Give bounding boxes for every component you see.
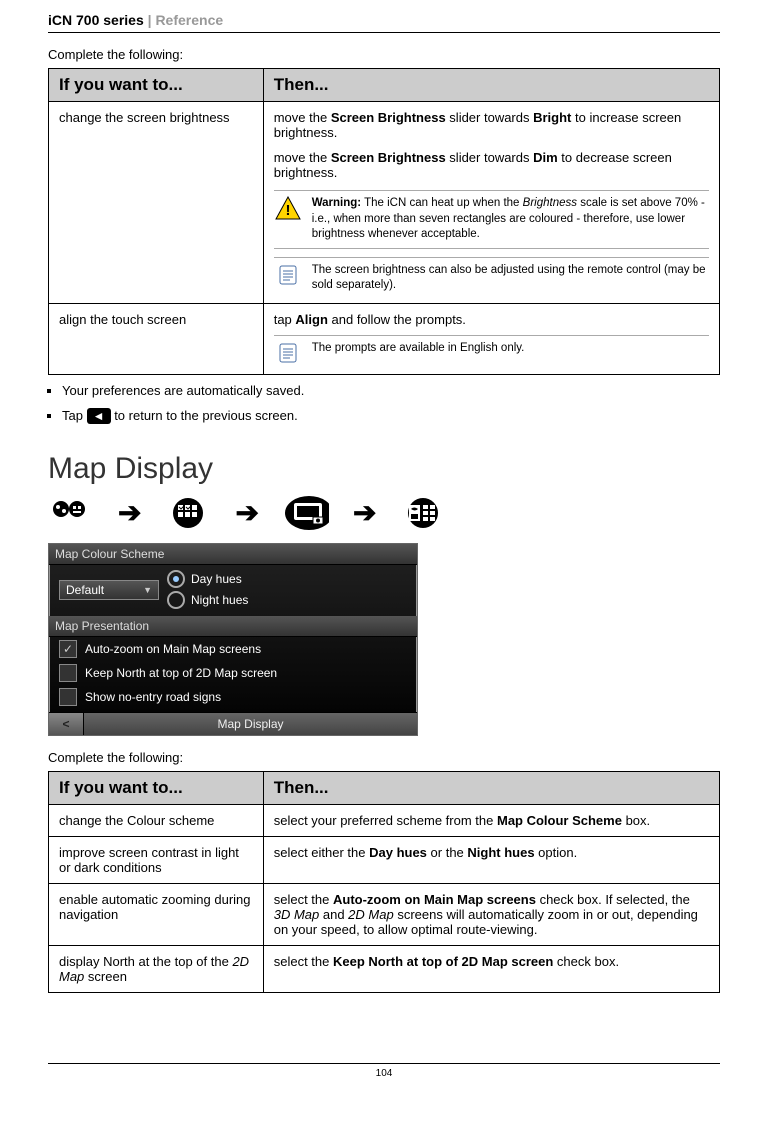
nav-icon-4: [400, 497, 446, 529]
nav-icon-3: [283, 497, 329, 529]
arrow-icon: ➔: [235, 496, 258, 529]
shot-back-button[interactable]: <: [49, 713, 84, 735]
radio-night-hues[interactable]: [167, 591, 185, 609]
header-section: Reference: [155, 12, 223, 28]
nav-icon-1: [48, 497, 94, 529]
label-day-hues: Day hues: [191, 572, 242, 586]
back-icon: ◄: [87, 408, 111, 424]
radio-day-hues[interactable]: [167, 570, 185, 588]
cell-colour-scheme: change the Colour scheme: [49, 805, 264, 837]
th-then-1: Then...: [263, 69, 719, 102]
scheme-dropdown[interactable]: Default ▼: [59, 580, 159, 600]
cell-colour-scheme-then: select your preferred scheme from the Ma…: [263, 805, 719, 837]
cell-align-screen-then: tap Align and follow the prompts. The pr…: [263, 303, 719, 374]
th-if-1: If you want to...: [49, 69, 264, 102]
shot-footer-title: Map Display: [84, 717, 417, 731]
note-icon: [274, 263, 302, 287]
checkbox-keepnorth[interactable]: [59, 664, 77, 682]
cell-contrast: improve screen contrast in light or dark…: [49, 837, 264, 884]
screenshot-map-display: Map Colour Scheme Default ▼ Day hues Nig…: [48, 543, 418, 736]
header-sep: |: [144, 12, 156, 28]
para-dim: move the Screen Brightness slider toward…: [274, 150, 709, 180]
th-if-2: If you want to...: [49, 772, 264, 805]
checkbox-noentry[interactable]: [59, 688, 77, 706]
note-text-remote: The screen brightness can also be adjust…: [312, 263, 709, 294]
warning-block: ! Warning: The iCN can heat up when the …: [274, 190, 709, 249]
note-block-remote: The screen brightness can also be adjust…: [274, 257, 709, 299]
warning-text: Warning: The iCN can heat up when the Br…: [312, 196, 709, 243]
shot-bar-scheme: Map Colour Scheme: [49, 544, 417, 565]
arrow-icon: ➔: [353, 496, 376, 529]
cell-change-brightness-then: move the Screen Brightness slider toward…: [263, 102, 719, 304]
note-text-english: The prompts are available in English onl…: [312, 341, 525, 357]
bullet-back: Tap ◄ to return to the previous screen.: [62, 408, 720, 425]
page-footer: 104: [48, 1063, 720, 1079]
page-number: 104: [376, 1068, 393, 1079]
shot-footer: < Map Display: [49, 712, 417, 735]
cell-keepnorth: display North at the top of the 2D Map s…: [49, 946, 264, 993]
para-align: tap Align and follow the prompts.: [274, 312, 709, 327]
header-series: iCN 700 series: [48, 12, 144, 28]
checkbox-autozoom[interactable]: ✓: [59, 640, 77, 658]
cell-autozoom-then: select the Auto-zoom on Main Map screens…: [263, 884, 719, 946]
shot-row-c1: ✓ Auto-zoom on Main Map screens: [49, 637, 417, 661]
label-noentry: Show no-entry road signs: [85, 690, 221, 704]
intro-text-1: Complete the following:: [48, 47, 720, 62]
cell-keepnorth-then: select the Keep North at top of 2D Map s…: [263, 946, 719, 993]
shot-row-c2: Keep North at top of 2D Map screen: [49, 661, 417, 685]
table-brightness: If you want to... Then... change the scr…: [48, 68, 720, 375]
para-bright: move the Screen Brightness slider toward…: [274, 110, 709, 140]
intro-text-2: Complete the following:: [48, 750, 720, 765]
nav-icon-2: [165, 497, 211, 529]
cell-align-screen: align the touch screen: [49, 303, 264, 374]
cell-change-brightness: change the screen brightness: [49, 102, 264, 304]
nav-path: ➔ ➔ ➔: [48, 496, 720, 529]
note-block-english: The prompts are available in English onl…: [274, 335, 709, 370]
section-title: Map Display: [48, 452, 720, 486]
note-icon: [274, 341, 302, 365]
bullet-list: Your preferences are automatically saved…: [62, 383, 720, 425]
bullet-saved: Your preferences are automatically saved…: [62, 383, 720, 398]
svg-text:!: !: [285, 202, 290, 219]
label-keepnorth: Keep North at top of 2D Map screen: [85, 666, 277, 680]
warning-icon: !: [274, 196, 302, 220]
table-mapdisplay: If you want to... Then... change the Col…: [48, 771, 720, 993]
page-header: iCN 700 series | Reference: [48, 12, 720, 33]
chevron-down-icon: ▼: [143, 585, 152, 595]
cell-contrast-then: select either the Day hues or the Night …: [263, 837, 719, 884]
cell-autozoom: enable automatic zooming during navigati…: [49, 884, 264, 946]
arrow-icon: ➔: [118, 496, 141, 529]
th-then-2: Then...: [263, 772, 719, 805]
shot-row-c3: Show no-entry road signs: [49, 685, 417, 712]
shot-row-scheme: Default ▼ Day hues Night hues: [49, 565, 417, 612]
label-night-hues: Night hues: [191, 593, 248, 607]
shot-bar-presentation: Map Presentation: [49, 616, 417, 637]
label-autozoom: Auto-zoom on Main Map screens: [85, 642, 261, 656]
